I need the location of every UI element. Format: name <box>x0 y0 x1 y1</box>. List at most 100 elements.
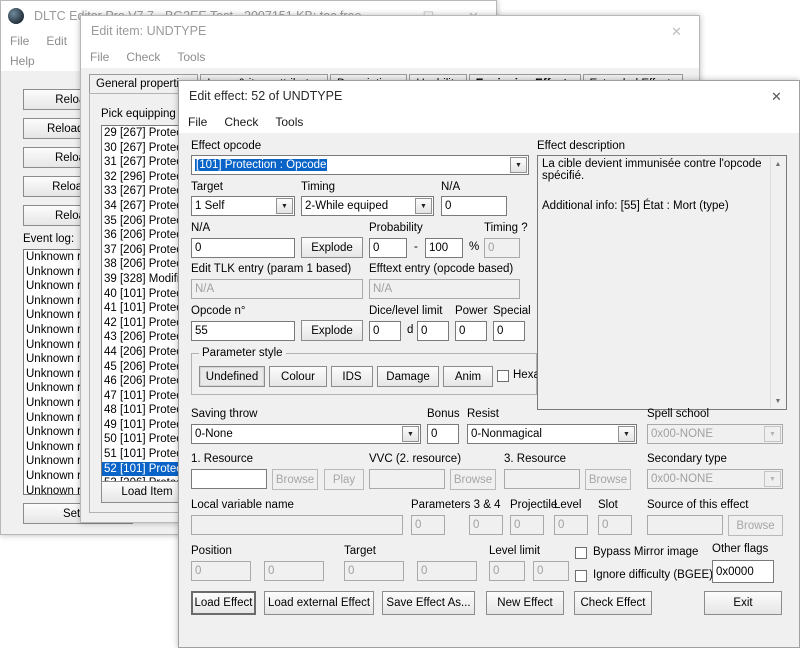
param-style-undefined-button[interactable]: Undefined <box>199 366 265 387</box>
resource1-browse-button[interactable]: Browse <box>272 469 318 490</box>
bonus-field[interactable]: 0 <box>427 424 459 444</box>
ignore-difficulty-checkbox[interactable] <box>575 570 587 582</box>
power-label: Power <box>455 305 488 317</box>
resource3-browse-button[interactable]: Browse <box>585 469 631 490</box>
resource1-field[interactable] <box>191 469 267 489</box>
edit-item-controls: ✕ <box>654 16 699 46</box>
scroll-down-icon[interactable]: ▼ <box>771 394 785 408</box>
parameter-3-field[interactable]: 0 <box>411 515 445 535</box>
explode-opcode-label: Explode <box>311 324 353 337</box>
dice-d-separator: d <box>407 324 414 336</box>
load-effect-button[interactable]: Load Effect <box>191 591 256 615</box>
close-icon[interactable]: ✕ <box>654 16 699 46</box>
na-mid-field[interactable]: 0 <box>191 238 295 258</box>
timing-question-value: 0 <box>488 242 495 254</box>
timing-combo[interactable]: 2-While equiped ▼ <box>301 196 434 216</box>
menu-file[interactable]: File <box>188 115 207 129</box>
timing-question-field[interactable]: 0 <box>484 238 520 258</box>
load-external-effect-button[interactable]: Load external Effect <box>264 591 374 615</box>
chevron-down-icon[interactable]: ▼ <box>276 198 293 214</box>
resist-combo[interactable]: 0-Nonmagical ▼ <box>467 424 637 444</box>
source-of-effect-field[interactable] <box>647 515 723 535</box>
scroll-up-icon[interactable]: ▲ <box>771 157 785 171</box>
description-scrollbar[interactable]: ▲ ▼ <box>770 157 785 408</box>
opcode-n-field[interactable]: 55 <box>191 321 295 341</box>
source-browse-button[interactable]: Browse <box>728 515 783 536</box>
parameter-3-value: 0 <box>415 519 422 531</box>
local-variable-label: Local variable name <box>191 499 294 511</box>
chevron-down-icon[interactable]: ▼ <box>415 198 432 214</box>
slot-field[interactable]: 0 <box>598 515 632 535</box>
chevron-down-icon[interactable]: ▼ <box>764 426 781 442</box>
position-y-field[interactable]: 0 <box>264 561 324 581</box>
edit-effect-title: Edit effect: 52 of UNDTYPE <box>189 89 343 103</box>
local-variable-field[interactable] <box>191 515 403 535</box>
na-top-field[interactable]: 0 <box>441 196 507 216</box>
power-value: 0 <box>459 325 466 337</box>
target2-x-field[interactable]: 0 <box>344 561 404 581</box>
target2-y-value: 0 <box>421 565 428 577</box>
menu-file[interactable]: File <box>10 34 29 48</box>
resource3-field[interactable] <box>504 469 580 489</box>
na-top-label: N/A <box>441 181 461 193</box>
resource2-browse-button[interactable]: Browse <box>450 469 496 490</box>
resource1-play-button[interactable]: Play <box>324 469 364 490</box>
special-field[interactable]: 0 <box>493 321 525 341</box>
chevron-down-icon[interactable]: ▼ <box>402 426 419 442</box>
power-field[interactable]: 0 <box>455 321 487 341</box>
dice-count-field[interactable]: 0 <box>369 321 401 341</box>
menu-help[interactable]: Help <box>10 54 35 68</box>
hexa-checkbox[interactable] <box>497 370 509 382</box>
spell-school-combo[interactable]: 0x00-NONE ▼ <box>647 424 783 444</box>
menu-check[interactable]: Check <box>224 115 258 129</box>
menu-edit[interactable]: Edit <box>46 34 67 48</box>
level-limit-min-field[interactable]: 0 <box>489 561 525 581</box>
effect-opcode-combo[interactable]: [101] Protection : Opcode ▼ <box>191 155 529 175</box>
other-flags-field[interactable]: 0x0000 <box>712 560 774 583</box>
param-style-ids-button[interactable]: IDS <box>331 366 373 387</box>
explode-param1-button[interactable]: Explode <box>301 237 363 258</box>
resource2-field[interactable] <box>369 469 445 489</box>
chevron-down-icon[interactable]: ▼ <box>510 157 527 173</box>
projectile-value: 0 <box>514 519 521 531</box>
position-x-field[interactable]: 0 <box>191 561 251 581</box>
probability-label: Probability <box>369 222 423 234</box>
menu-tools[interactable]: Tools <box>177 50 205 64</box>
target-combo[interactable]: 1 Self ▼ <box>191 196 295 216</box>
edit-effect-titlebar[interactable]: Edit effect: 52 of UNDTYPE ✕ <box>179 81 799 111</box>
menu-file[interactable]: File <box>90 50 109 64</box>
param-style-colour-label: Colour <box>281 370 315 383</box>
projectile-field[interactable]: 0 <box>510 515 544 535</box>
parameter-4-field[interactable]: 0 <box>469 515 503 535</box>
menu-tools[interactable]: Tools <box>275 115 303 129</box>
param-style-anim-button[interactable]: Anim <box>443 366 493 387</box>
menu-check[interactable]: Check <box>126 50 160 64</box>
explode-opcode-button[interactable]: Explode <box>301 320 363 341</box>
chevron-down-icon[interactable]: ▼ <box>764 471 781 487</box>
saving-throw-combo[interactable]: 0-None ▼ <box>191 424 421 444</box>
percent-sign: % <box>469 241 480 253</box>
check-effect-button[interactable]: Check Effect <box>574 591 652 615</box>
level-field[interactable]: 0 <box>554 515 588 535</box>
tlk-entry-field[interactable]: N/A <box>191 279 363 299</box>
probability-min-field[interactable]: 0 <box>369 238 407 258</box>
bypass-mirror-image-checkbox[interactable] <box>575 547 587 559</box>
close-icon[interactable]: ✕ <box>754 81 799 111</box>
effect-description-box[interactable]: La cible devient immunisée contre l'opco… <box>537 155 787 410</box>
param-style-colour-button[interactable]: Colour <box>269 366 327 387</box>
param-style-damage-button[interactable]: Damage <box>377 366 439 387</box>
event-log-label: Event log: <box>23 233 75 245</box>
target2-y-field[interactable]: 0 <box>417 561 477 581</box>
exit-button[interactable]: Exit <box>704 591 782 615</box>
secondary-type-combo[interactable]: 0x00-NONE ▼ <box>647 469 783 489</box>
opcode-n-value: 55 <box>195 325 208 337</box>
probability-max-field[interactable]: 100 <box>425 238 463 258</box>
save-effect-as-button[interactable]: Save Effect As... <box>382 591 475 615</box>
probability-max-value: 100 <box>429 242 449 254</box>
dice-sides-field[interactable]: 0 <box>417 321 449 341</box>
level-limit-max-field[interactable]: 0 <box>533 561 569 581</box>
chevron-down-icon[interactable]: ▼ <box>618 426 635 442</box>
efftext-entry-field[interactable]: N/A <box>369 279 520 299</box>
new-effect-button[interactable]: New Effect <box>486 591 564 615</box>
edit-item-titlebar[interactable]: Edit item: UNDTYPE ✕ <box>81 16 699 46</box>
